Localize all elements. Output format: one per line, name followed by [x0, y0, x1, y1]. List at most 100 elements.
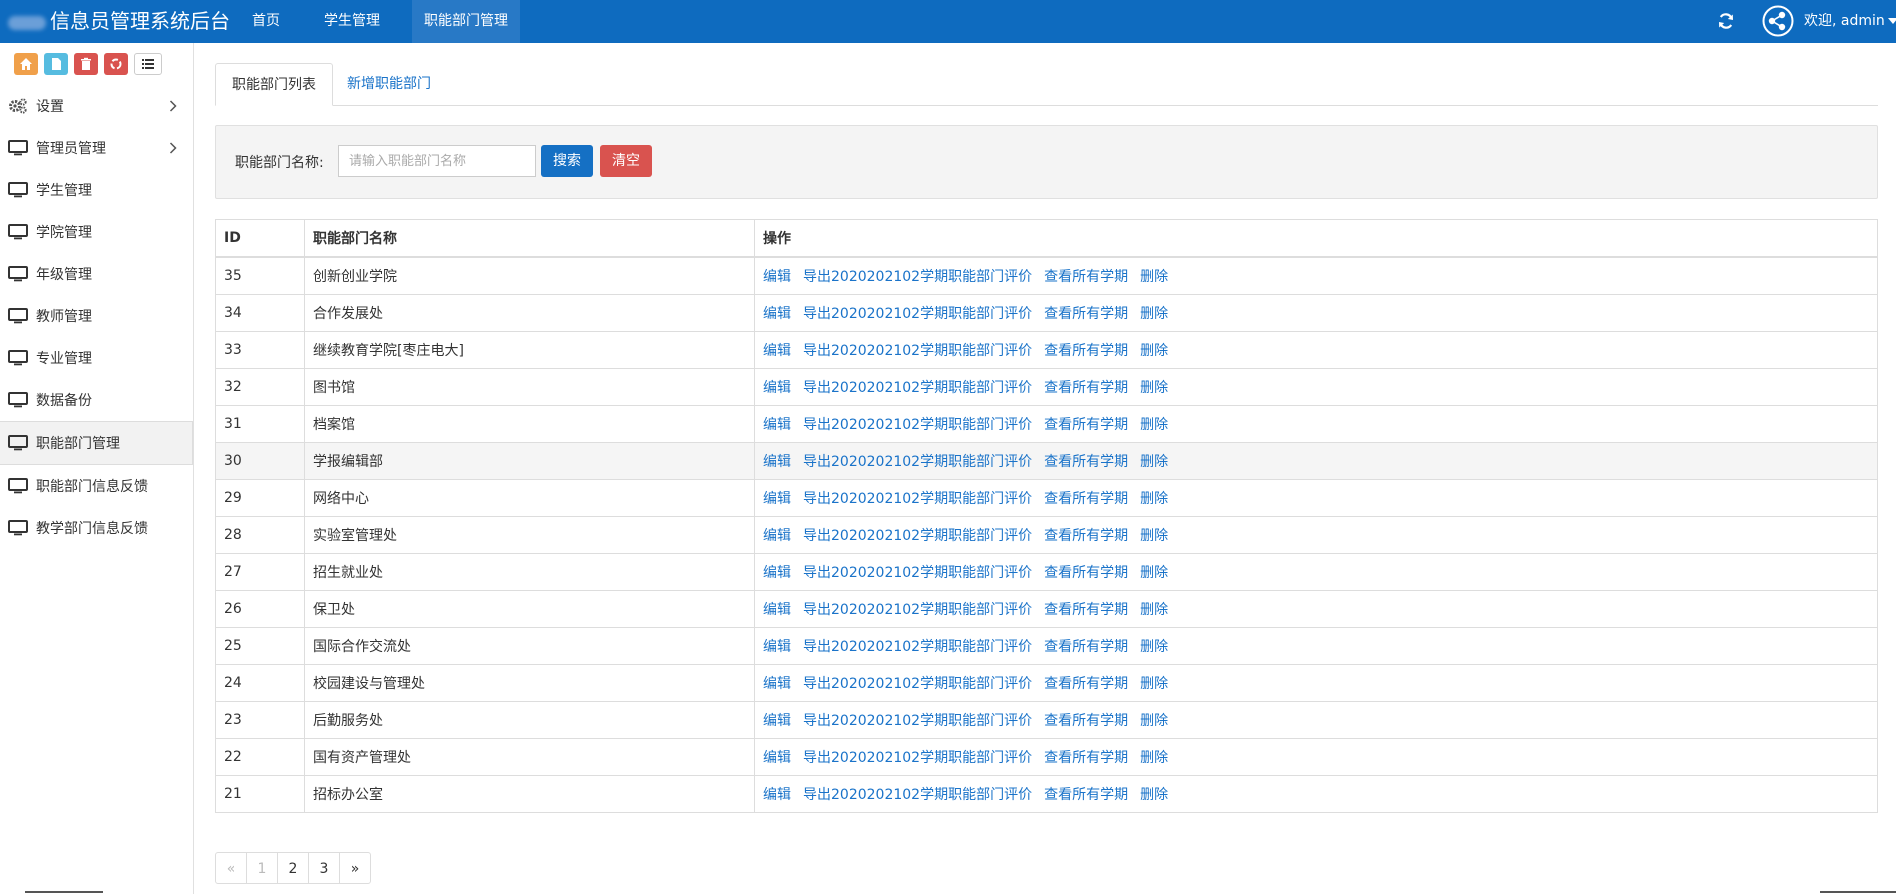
export-evaluation-link[interactable]: 导出2020202102学期职能部门评价: [803, 491, 1032, 507]
pagination-page-1[interactable]: 1: [246, 852, 278, 884]
cell-actions: 编辑 导出2020202102学期职能部门评价 查看所有学期 删除: [754, 405, 1878, 443]
sidebar-item-teaching-feedback[interactable]: 教学部门信息反馈: [0, 507, 193, 549]
delete-link[interactable]: 删除: [1140, 750, 1168, 766]
edit-link[interactable]: 编辑: [763, 380, 791, 396]
sidebar-item-admin-management[interactable]: 管理员管理: [0, 127, 193, 169]
edit-link[interactable]: 编辑: [763, 528, 791, 544]
file-shortcut-button[interactable]: [44, 53, 68, 75]
search-input[interactable]: [338, 145, 536, 177]
refresh-icon[interactable]: [1716, 11, 1736, 31]
edit-link[interactable]: 编辑: [763, 417, 791, 433]
view-all-terms-link[interactable]: 查看所有学期: [1044, 528, 1128, 544]
export-evaluation-link[interactable]: 导出2020202102学期职能部门评价: [803, 565, 1032, 581]
edit-link[interactable]: 编辑: [763, 565, 791, 581]
trash-shortcut-button[interactable]: [74, 53, 98, 75]
delete-link[interactable]: 删除: [1140, 602, 1168, 618]
export-evaluation-link[interactable]: 导出2020202102学期职能部门评价: [803, 602, 1032, 618]
edit-link[interactable]: 编辑: [763, 602, 791, 618]
delete-link[interactable]: 删除: [1140, 417, 1168, 433]
sidebar-item-grade-management[interactable]: 年级管理: [0, 253, 193, 295]
pagination-page-3[interactable]: 3: [308, 852, 340, 884]
delete-link[interactable]: 删除: [1140, 639, 1168, 655]
view-all-terms-link[interactable]: 查看所有学期: [1044, 602, 1128, 618]
app-brand[interactable]: 信息员管理系统后台: [8, 0, 230, 43]
search-button[interactable]: 搜索: [541, 145, 593, 177]
delete-link[interactable]: 删除: [1140, 528, 1168, 544]
view-all-terms-link[interactable]: 查看所有学期: [1044, 417, 1128, 433]
cell-id: 25: [215, 627, 305, 665]
view-all-terms-link[interactable]: 查看所有学期: [1044, 676, 1128, 692]
sidebar-item-department-feedback[interactable]: 职能部门信息反馈: [0, 465, 193, 507]
caret-down-icon: [1887, 18, 1896, 24]
avatar-icon[interactable]: [1762, 5, 1794, 37]
table-header-row: ID 职能部门名称 操作: [215, 219, 1878, 258]
sidebar-item-department-management[interactable]: 职能部门管理: [0, 421, 193, 465]
export-evaluation-link[interactable]: 导出2020202102学期职能部门评价: [803, 750, 1032, 766]
tab-add-department[interactable]: 新增职能部门: [331, 63, 447, 105]
sidebar-item-settings[interactable]: 设置: [0, 85, 193, 127]
view-all-terms-link[interactable]: 查看所有学期: [1044, 713, 1128, 729]
delete-link[interactable]: 删除: [1140, 343, 1168, 359]
delete-link[interactable]: 删除: [1140, 454, 1168, 470]
export-evaluation-link[interactable]: 导出2020202102学期职能部门评价: [803, 676, 1032, 692]
view-all-terms-link[interactable]: 查看所有学期: [1044, 565, 1128, 581]
export-evaluation-link[interactable]: 导出2020202102学期职能部门评价: [803, 528, 1032, 544]
pagination-page-2[interactable]: 2: [277, 852, 309, 884]
sidebar-item-student-management[interactable]: 学生管理: [0, 169, 193, 211]
sidebar-item-teacher-management[interactable]: 教师管理: [0, 295, 193, 337]
view-all-terms-link[interactable]: 查看所有学期: [1044, 750, 1128, 766]
edit-link[interactable]: 编辑: [763, 491, 791, 507]
view-all-terms-link[interactable]: 查看所有学期: [1044, 380, 1128, 396]
list-shortcut-button[interactable]: [134, 53, 162, 75]
nav-home[interactable]: 首页: [240, 0, 292, 43]
export-evaluation-link[interactable]: 导出2020202102学期职能部门评价: [803, 454, 1032, 470]
edit-link[interactable]: 编辑: [763, 269, 791, 285]
view-all-terms-link[interactable]: 查看所有学期: [1044, 787, 1128, 803]
delete-link[interactable]: 删除: [1140, 713, 1168, 729]
edit-link[interactable]: 编辑: [763, 454, 791, 470]
pagination-next[interactable]: »: [339, 852, 371, 884]
export-evaluation-link[interactable]: 导出2020202102学期职能部门评价: [803, 269, 1032, 285]
table-row: 32 图书馆 编辑 导出2020202102学期职能部门评价 查看所有学期 删除: [215, 368, 1878, 406]
sidebar-item-data-backup[interactable]: 数据备份: [0, 379, 193, 421]
edit-link[interactable]: 编辑: [763, 750, 791, 766]
tab-department-list[interactable]: 职能部门列表: [215, 63, 333, 106]
nav-student-management[interactable]: 学生管理: [312, 0, 392, 43]
delete-link[interactable]: 删除: [1140, 787, 1168, 803]
export-evaluation-link[interactable]: 导出2020202102学期职能部门评价: [803, 713, 1032, 729]
view-all-terms-link[interactable]: 查看所有学期: [1044, 269, 1128, 285]
delete-link[interactable]: 删除: [1140, 676, 1168, 692]
edit-link[interactable]: 编辑: [763, 676, 791, 692]
export-evaluation-link[interactable]: 导出2020202102学期职能部门评价: [803, 306, 1032, 322]
edit-link[interactable]: 编辑: [763, 713, 791, 729]
clear-button[interactable]: 清空: [600, 145, 652, 177]
edit-link[interactable]: 编辑: [763, 787, 791, 803]
delete-link[interactable]: 删除: [1140, 269, 1168, 285]
user-menu[interactable]: 欢迎, admin: [1804, 0, 1896, 43]
export-evaluation-link[interactable]: 导出2020202102学期职能部门评价: [803, 417, 1032, 433]
sidebar-item-major-management[interactable]: 专业管理: [0, 337, 193, 379]
edit-link[interactable]: 编辑: [763, 639, 791, 655]
view-all-terms-link[interactable]: 查看所有学期: [1044, 639, 1128, 655]
home-shortcut-button[interactable]: [14, 53, 38, 75]
export-evaluation-link[interactable]: 导出2020202102学期职能部门评价: [803, 343, 1032, 359]
view-all-terms-link[interactable]: 查看所有学期: [1044, 306, 1128, 322]
view-all-terms-link[interactable]: 查看所有学期: [1044, 491, 1128, 507]
edit-link[interactable]: 编辑: [763, 343, 791, 359]
nav-department-management[interactable]: 职能部门管理: [412, 0, 520, 43]
sidebar-item-college-management[interactable]: 学院管理: [0, 211, 193, 253]
list-icon: [142, 59, 154, 69]
delete-link[interactable]: 删除: [1140, 306, 1168, 322]
delete-link[interactable]: 删除: [1140, 565, 1168, 581]
recycle-shortcut-button[interactable]: [104, 53, 128, 75]
delete-link[interactable]: 删除: [1140, 491, 1168, 507]
view-all-terms-link[interactable]: 查看所有学期: [1044, 454, 1128, 470]
export-evaluation-link[interactable]: 导出2020202102学期职能部门评价: [803, 639, 1032, 655]
view-all-terms-link[interactable]: 查看所有学期: [1044, 343, 1128, 359]
pagination-prev[interactable]: «: [215, 852, 247, 884]
delete-link[interactable]: 删除: [1140, 380, 1168, 396]
export-evaluation-link[interactable]: 导出2020202102学期职能部门评价: [803, 380, 1032, 396]
edit-link[interactable]: 编辑: [763, 306, 791, 322]
cell-actions: 编辑 导出2020202102学期职能部门评价 查看所有学期 删除: [754, 775, 1878, 813]
export-evaluation-link[interactable]: 导出2020202102学期职能部门评价: [803, 787, 1032, 803]
